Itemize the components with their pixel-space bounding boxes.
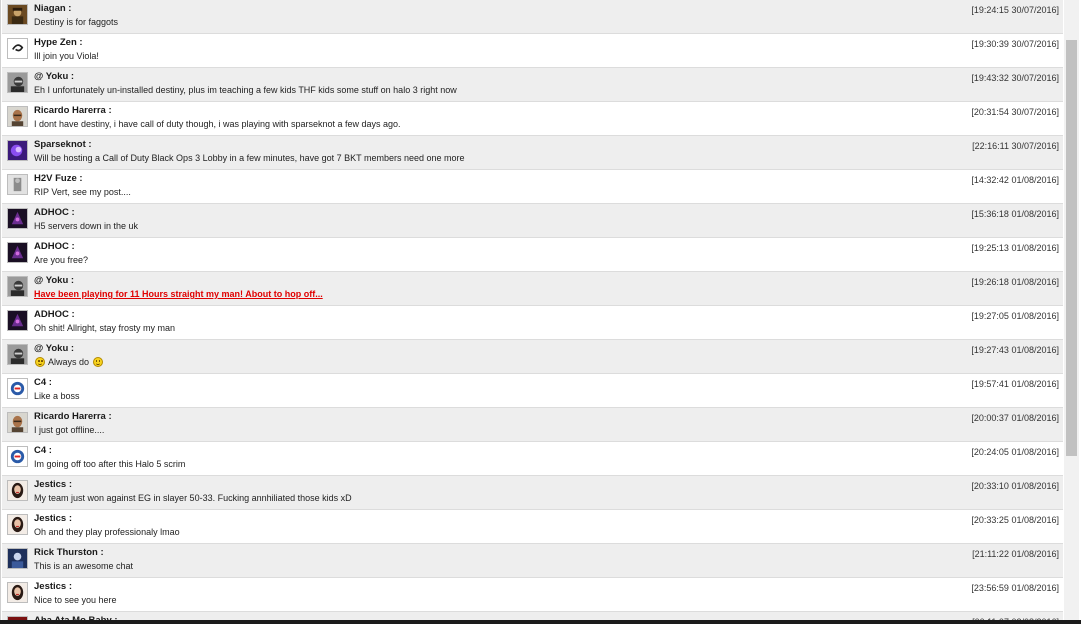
bald-man-avatar[interactable] (7, 106, 28, 127)
chat-message: Ricardo Harerra : I just got offline.... [… (2, 408, 1063, 442)
message-username[interactable]: Niagan : (34, 3, 71, 14)
message-username[interactable]: Ricardo Harerra : (34, 105, 112, 116)
message-username[interactable]: @ Yoku : (34, 71, 74, 82)
helmet-avatar[interactable] (7, 276, 28, 297)
message-timestamp: [22:16:11 30/07/2016] (972, 141, 1059, 151)
message-timestamp: [20:33:25 01/08/2016] (971, 515, 1059, 525)
chat-message: Aha Ata Mo Baby :[00:11:07 02/08/2016] (2, 612, 1063, 620)
bottom-edge (0, 620, 1081, 624)
dark-hair-woman-avatar[interactable] (7, 582, 28, 603)
message-timestamp: [19:43:32 30/07/2016] (971, 73, 1059, 83)
message-username[interactable]: Ricardo Harerra : (34, 411, 112, 422)
message-timestamp: [19:30:39 30/07/2016] (971, 39, 1059, 49)
highlighted-message-text[interactable]: Have been playing for 11 Hours straight … (34, 289, 323, 299)
message-username[interactable]: ADHOC : (34, 309, 75, 320)
message-text: Like a boss (34, 391, 80, 401)
message-text: Ill join you Viola! (34, 51, 99, 61)
message-username[interactable]: C4 : (34, 445, 52, 456)
message-timestamp: [19:25:13 01/08/2016] (971, 243, 1059, 253)
chat-message: Ricardo Harerra : I dont have destiny, i … (2, 102, 1063, 136)
message-text: Im going off too after this Halo 5 scrim (34, 459, 186, 469)
chat-message: ADHOC : Oh shit! Allright, stay frosty my… (2, 306, 1063, 340)
message-timestamp: [19:27:43 01/08/2016] (971, 345, 1059, 355)
message-text: Nice to see you here (34, 595, 117, 605)
message-timestamp: [20:33:10 01/08/2016] (971, 481, 1059, 491)
message-timestamp: [21:11:22 01/08/2016] (972, 549, 1059, 559)
message-text: Always do (34, 357, 104, 367)
dark-hair-woman-avatar[interactable] (7, 480, 28, 501)
blue-portrait-avatar[interactable] (7, 548, 28, 569)
soldier-avatar[interactable] (7, 4, 28, 25)
message-timestamp: [20:00:37 01/08/2016] (971, 413, 1059, 423)
helmet-avatar[interactable] (7, 72, 28, 93)
message-text: Oh and they play professionaly lmao (34, 527, 180, 537)
message-text: H5 servers down in the uk (34, 221, 139, 231)
chat-message: Jestics : Oh and they play professionaly … (2, 510, 1063, 544)
scrollbar-thumb[interactable] (1066, 40, 1077, 456)
message-username[interactable]: Jestics : (34, 581, 72, 592)
smiley-emoticon-icon (92, 357, 103, 367)
chat-message: @ Yoku : Have been playing for 11 Hours s… (2, 272, 1063, 306)
chat-message: Sparseknot : Will be hosting a Call of Du… (2, 136, 1063, 170)
message-username[interactable]: H2V Fuze : (34, 173, 83, 184)
message-text: I just got offline.... (34, 425, 105, 435)
message-text: I dont have destiny, i have call of duty… (34, 119, 401, 129)
message-text: Will be hosting a Call of Duty Black Ops… (34, 153, 465, 163)
message-timestamp: [19:57:41 01/08/2016] (971, 379, 1059, 389)
chat-message: Jestics : Nice to see you here [23:56:59 0… (2, 578, 1063, 612)
message-username[interactable]: ADHOC : (34, 241, 75, 252)
chat-panel: Niagan : Destiny is for faggots [19:24:15 … (0, 0, 1081, 620)
message-username[interactable]: ADHOC : (34, 207, 75, 218)
message-list: Niagan : Destiny is for faggots [19:24:15 … (2, 0, 1063, 620)
message-username[interactable]: Jestics : (34, 479, 72, 490)
gray-figure-avatar[interactable] (7, 174, 28, 195)
chat-message: ADHOC : Are you free? [19:25:13 01/08/2016… (2, 238, 1063, 272)
message-timestamp: [14:32:42 01/08/2016] (971, 175, 1059, 185)
chat-message: ADHOC : H5 servers down in the uk [15:36:1… (2, 204, 1063, 238)
message-timestamp: [23:56:59 01/08/2016] (971, 583, 1059, 593)
message-username[interactable]: @ Yoku : (34, 343, 74, 354)
dark-purple-avatar[interactable] (7, 310, 28, 331)
message-timestamp: [19:27:05 01/08/2016] (971, 311, 1059, 321)
message-timestamp: [20:31:54 30/07/2016] (971, 107, 1059, 117)
chat-message: Jestics : My team just won against EG in … (2, 476, 1063, 510)
message-username[interactable]: Sparseknot : (34, 139, 92, 150)
message-username[interactable]: Jestics : (34, 513, 72, 524)
emblem-avatar[interactable] (7, 446, 28, 467)
chat-message: @ Yoku : Eh I unfortunately un-installed … (2, 68, 1063, 102)
helmet-avatar[interactable] (7, 344, 28, 365)
message-text: Destiny is for faggots (34, 17, 119, 27)
message-text-content: Always do (46, 357, 92, 367)
chat-message: Niagan : Destiny is for faggots [19:24:15 … (2, 0, 1063, 34)
message-username[interactable]: C4 : (34, 377, 52, 388)
message-timestamp: [19:26:18 01/08/2016] (971, 277, 1059, 287)
chat-message: C4 : Im going off too after this Halo 5 s… (2, 442, 1063, 476)
swirl-avatar[interactable] (7, 38, 28, 59)
message-text: My team just won against EG in slayer 50… (34, 493, 352, 503)
purple-nebula-avatar[interactable] (7, 140, 28, 161)
chat-message: Hype Zen : Ill join you Viola! [19:30:39 3… (2, 34, 1063, 68)
dark-purple-avatar[interactable] (7, 208, 28, 229)
message-username[interactable]: @ Yoku : (34, 275, 74, 286)
emblem-avatar[interactable] (7, 378, 28, 399)
message-timestamp: [19:24:15 30/07/2016] (971, 5, 1059, 15)
chat-message: C4 : Like a boss [19:57:41 01/08/2016] (2, 374, 1063, 408)
bald-man-avatar[interactable] (7, 412, 28, 433)
message-text: Are you free? (34, 255, 89, 265)
smiley-emoticon-icon (35, 357, 45, 367)
message-text: Oh shit! Allright, stay frosty my man (34, 323, 176, 333)
message-timestamp: [20:24:05 01/08/2016] (971, 447, 1059, 457)
message-username[interactable]: Hype Zen : (34, 37, 83, 48)
chat-message: Rick Thurston : This is an awesome chat [2… (2, 544, 1063, 578)
message-timestamp: [15:36:18 01/08/2016] (971, 209, 1059, 219)
dark-purple-avatar[interactable] (7, 242, 28, 263)
message-username[interactable]: Rick Thurston : (34, 547, 104, 558)
message-text: This is an awesome chat (34, 561, 134, 571)
chat-message: H2V Fuze : RIP Vert, see my post.... [14:3… (2, 170, 1063, 204)
message-text: Eh I unfortunately un-installed destiny,… (34, 85, 457, 95)
dark-hair-woman-avatar[interactable] (7, 514, 28, 535)
chat-message: @ Yoku : Always do [19:27:43 01/08/2016] (2, 340, 1063, 374)
message-text: RIP Vert, see my post.... (34, 187, 131, 197)
